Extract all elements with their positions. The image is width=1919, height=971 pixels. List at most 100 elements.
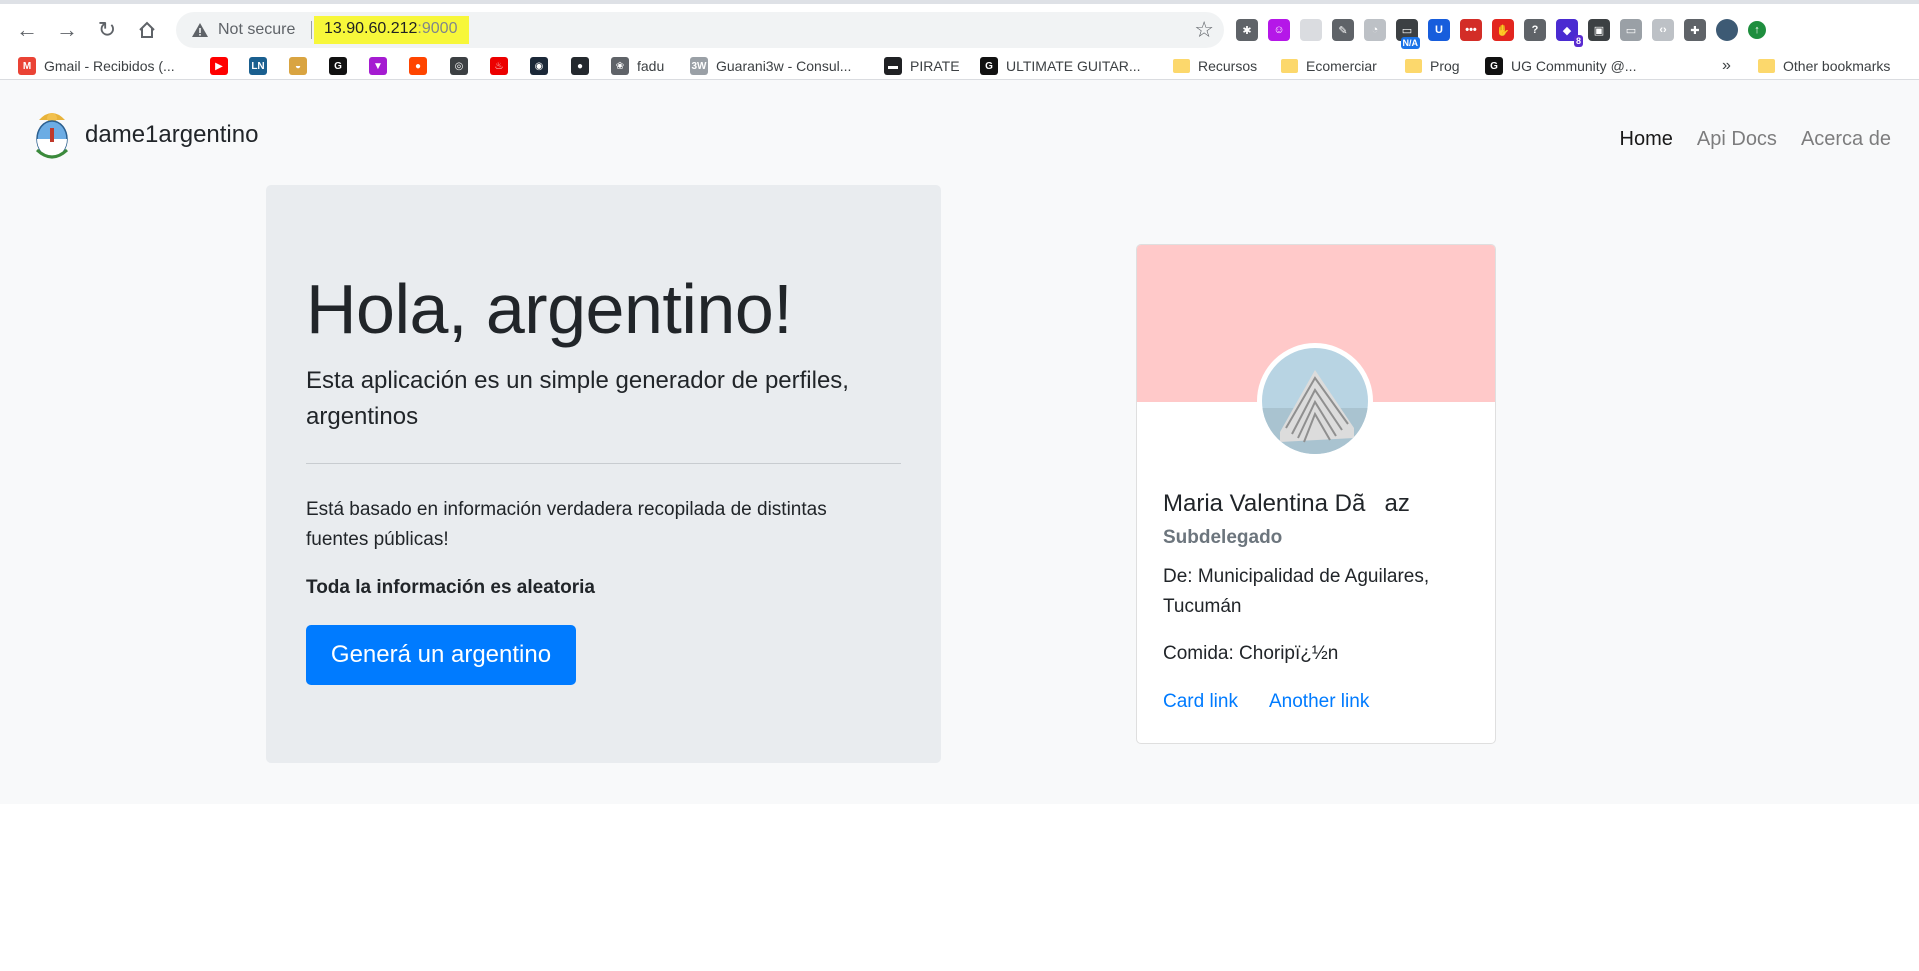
update-extension-glyph: ↑ bbox=[1754, 24, 1760, 36]
reddit-icon: ● bbox=[409, 57, 427, 75]
address-bar[interactable]: Not secure 13.90.60.212:9000 ☆ bbox=[176, 12, 1224, 48]
update-extension-icon[interactable]: ↑ bbox=[1748, 21, 1766, 39]
github-icon: ● bbox=[571, 57, 589, 75]
bookmark-circle[interactable]: ◎ bbox=[450, 55, 468, 77]
mortarboard-extension-glyph: ◆ bbox=[1562, 24, 1572, 37]
code-extension-icon[interactable]: ‹› bbox=[1652, 19, 1674, 41]
folder-icon bbox=[1758, 59, 1775, 73]
bookmark-g[interactable]: G bbox=[329, 55, 347, 77]
bookmark-github[interactable]: ● bbox=[571, 55, 589, 77]
ultimate-guitar-icon: G bbox=[980, 57, 998, 75]
home-icon[interactable] bbox=[133, 16, 161, 44]
bookmark-ultimate-guitar[interactable]: G ULTIMATE GUITAR... bbox=[980, 55, 1141, 77]
guarani-icon: 3W bbox=[690, 57, 708, 75]
tab-extension-icon[interactable]: ▭ bbox=[1620, 19, 1642, 41]
bookmark-santander[interactable]: ♨ bbox=[490, 55, 508, 77]
profile-origin: De: Municipalidad de Aguilares, Tucumán bbox=[1163, 566, 1430, 617]
navbar-brand[interactable]: dame1argentino bbox=[33, 108, 258, 162]
bitwarden-extension-glyph: U bbox=[1435, 24, 1443, 36]
bookmark-youtube[interactable]: ▶ bbox=[210, 55, 228, 77]
bookmark-recursos[interactable]: Recursos bbox=[1173, 55, 1257, 77]
puzzle-extension-glyph: ✚ bbox=[1690, 24, 1700, 37]
na-extension-glyph: ▭ bbox=[1401, 24, 1413, 37]
url-port: :9000 bbox=[417, 20, 458, 37]
timer-extension-icon[interactable]: ◔ bbox=[1364, 19, 1386, 41]
pip-extension-icon[interactable]: ▣ bbox=[1588, 19, 1610, 41]
bug-extension-icon[interactable]: ✱ bbox=[1236, 19, 1258, 41]
omnibox-separator bbox=[311, 21, 312, 39]
grid-extension-icon[interactable] bbox=[1300, 19, 1322, 41]
bookmark-burger[interactable]: ◒ bbox=[289, 55, 307, 77]
puzzle-extension-icon[interactable]: ✚ bbox=[1684, 19, 1706, 41]
bookmark-lanacion[interactable]: LN bbox=[249, 55, 267, 77]
bookmarks-overflow-icon[interactable]: » bbox=[1722, 55, 1731, 77]
nav-acerca-de[interactable]: Acerca de bbox=[1801, 128, 1891, 151]
top-nav: Home Api Docs Acerca de bbox=[1620, 128, 1891, 151]
bookmark-prog[interactable]: Prog bbox=[1405, 55, 1460, 77]
steam-icon: ◉ bbox=[530, 57, 548, 75]
bookmark-label: Prog bbox=[1430, 58, 1460, 74]
lastpass-extension-glyph: ••• bbox=[1465, 24, 1477, 36]
bookmark-label: PIRATE bbox=[910, 58, 960, 74]
bookmark-reddit[interactable]: ● bbox=[409, 55, 427, 77]
bookmark-v[interactable]: ▼ bbox=[369, 55, 387, 77]
profile-role: Subdelegado bbox=[1163, 527, 1283, 548]
eyedropper-extension-icon[interactable]: ✎ bbox=[1332, 19, 1354, 41]
adblock-extension-icon[interactable]: ✋ bbox=[1492, 19, 1514, 41]
bookmark-label: fadu bbox=[637, 58, 665, 74]
profile-food: Comida: Choripï¿½n bbox=[1163, 643, 1339, 664]
other-bookmarks[interactable]: Other bookmarks bbox=[1758, 55, 1890, 77]
bitwarden-extension-icon[interactable]: U bbox=[1428, 19, 1450, 41]
lastpass-extension-icon[interactable]: ••• bbox=[1460, 19, 1482, 41]
na-extension-badge: N/A bbox=[1400, 37, 1420, 49]
bookmark-label: Recursos bbox=[1198, 58, 1258, 74]
bookmark-label: Gmail - Recibidos (... bbox=[44, 58, 175, 74]
card-link[interactable]: Card link bbox=[1163, 691, 1238, 713]
mortarboard-extension-badge: 8 bbox=[1573, 35, 1583, 47]
bookmark-pirate[interactable]: ▬ PIRATE bbox=[884, 55, 960, 77]
security-label[interactable]: Not secure bbox=[218, 21, 295, 39]
profile-avatar-icon[interactable] bbox=[1716, 19, 1738, 41]
folder-icon bbox=[1405, 59, 1422, 73]
generate-argentino-button[interactable]: Generá un argentino bbox=[306, 625, 576, 685]
pip-extension-glyph: ▣ bbox=[1593, 24, 1605, 37]
mortarboard-extension-icon[interactable]: ◆ 8 bbox=[1556, 19, 1583, 47]
face-extension-glyph: ☺ bbox=[1273, 24, 1285, 36]
bookmark-ecomerciar[interactable]: Ecomerciar bbox=[1281, 55, 1377, 77]
argentina-coat-of-arms-icon bbox=[35, 113, 69, 159]
ug-community-icon: G bbox=[1485, 57, 1503, 75]
profile-card: Maria Valentina Dãaz Subdelegado De: Mu… bbox=[1136, 244, 1496, 744]
card-links: Card link Another link bbox=[1163, 691, 1369, 713]
bookmark-label: Guarani3w - Consul... bbox=[716, 58, 852, 74]
other-bookmarks-label: Other bookmarks bbox=[1783, 58, 1891, 74]
timer-extension-glyph: ◔ bbox=[1371, 24, 1379, 36]
bookmarks-bar: » Other bookmarks M Gmail - Recibidos (..… bbox=[0, 52, 1919, 80]
bookmark-guarani[interactable]: 3W Guarani3w - Consul... bbox=[690, 55, 851, 77]
another-link[interactable]: Another link bbox=[1269, 691, 1369, 713]
na-extension-icon[interactable]: ▭ N/A bbox=[1396, 19, 1420, 49]
hero-divider bbox=[306, 463, 901, 464]
bookmark-fadu[interactable]: ❀ fadu bbox=[611, 55, 664, 77]
hero-title: Hola, argentino! bbox=[306, 270, 793, 348]
bookmark-steam[interactable]: ◉ bbox=[530, 55, 548, 77]
face-extension-icon[interactable]: ☺ bbox=[1268, 19, 1290, 41]
keep-extension-glyph: ? bbox=[1531, 24, 1539, 36]
reload-icon[interactable]: ↻ bbox=[93, 16, 121, 44]
v-icon: ▼ bbox=[369, 57, 387, 75]
avatar bbox=[1257, 343, 1373, 459]
tab-extension-glyph: ▭ bbox=[1625, 24, 1637, 37]
warning-icon[interactable] bbox=[190, 20, 210, 40]
url-text[interactable]: 13.90.60.212:9000 bbox=[314, 16, 470, 44]
profile-name: Maria Valentina Dãaz bbox=[1163, 490, 1410, 517]
extensions-area: ✱ ☺ ✎ ◔ ▭ N/A U ••• ✋? ◆ 8 ▣ ▭ ‹› ✚ ↑ bbox=[1236, 16, 1766, 49]
bookmark-ug-community[interactable]: G UG Community @... bbox=[1485, 55, 1636, 77]
nav-api-docs[interactable]: Api Docs bbox=[1697, 128, 1777, 151]
eyedropper-extension-glyph: ✎ bbox=[1338, 24, 1348, 37]
bookmark-star-icon[interactable]: ☆ bbox=[1194, 17, 1214, 43]
bookmark-gmail[interactable]: M Gmail - Recibidos (... bbox=[18, 55, 175, 77]
forward-icon[interactable]: → bbox=[53, 16, 81, 44]
bookmark-label: ULTIMATE GUITAR... bbox=[1006, 58, 1141, 74]
keep-extension-icon[interactable]: ? bbox=[1524, 19, 1546, 41]
back-icon[interactable]: ← bbox=[13, 16, 41, 44]
nav-home[interactable]: Home bbox=[1620, 128, 1673, 151]
